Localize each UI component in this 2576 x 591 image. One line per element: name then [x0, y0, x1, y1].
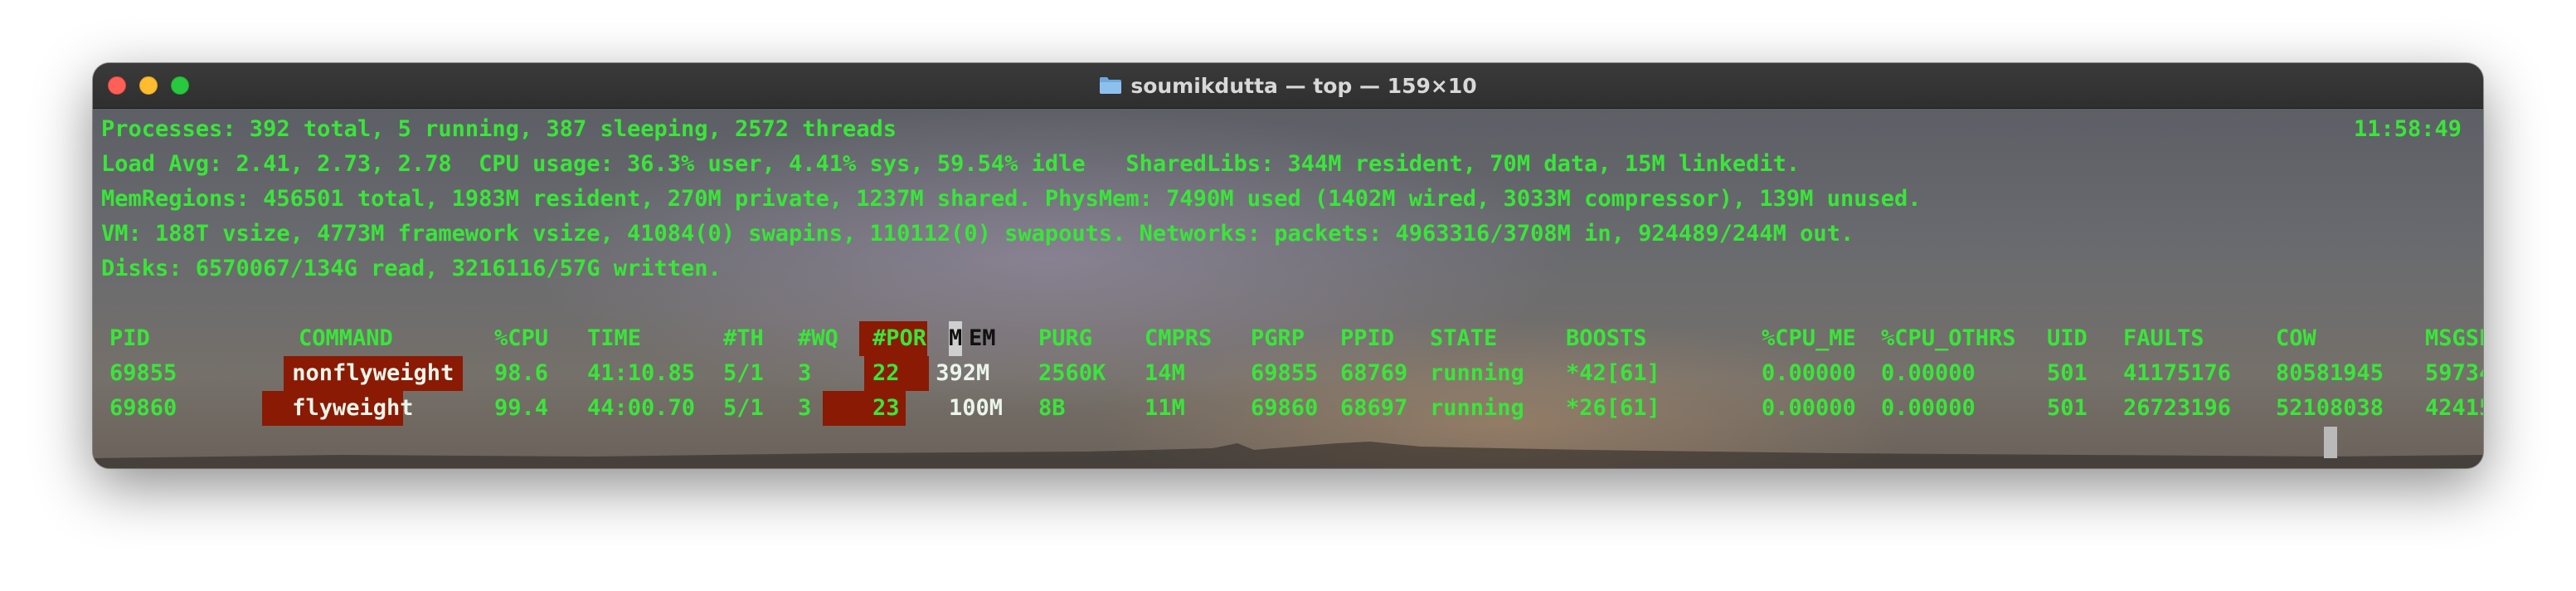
- cell-cpu-othrs: 0.00000: [1881, 360, 1976, 386]
- cell-cpu: 99.4: [494, 395, 549, 421]
- table-header-row: PID COMMAND %CPU TIME #TH #WQ #POR M EM …: [93, 321, 2483, 356]
- table-row[interactable]: 69860 flyweight 99.4 44:00.70 5/1 3 23 1…: [93, 391, 2483, 426]
- cell-th: 5/1: [723, 360, 764, 386]
- load-avg-line: Load Avg: 2.41, 2.73, 2.78 CPU usage: 36…: [101, 151, 1801, 177]
- cell-faults: 41175176: [2123, 360, 2232, 386]
- text-cursor: [2324, 427, 2337, 458]
- cell-cmprs: 14M: [1145, 360, 1185, 386]
- cell-command: flyweight: [279, 395, 414, 421]
- cell-pgrp: 69855: [1251, 360, 1319, 386]
- cell-port: 22: [872, 360, 900, 386]
- cell-pid: 69855: [109, 360, 177, 386]
- cell-pgrp: 69860: [1251, 395, 1319, 421]
- cell-cpu: 98.6: [494, 360, 549, 386]
- header-cpu-othrs[interactable]: %CPU_OTHRS: [1881, 321, 2016, 356]
- cell-time: 41:10.85: [587, 360, 696, 386]
- cell-uid: 501: [2047, 360, 2088, 386]
- header-port[interactable]: #POR: [872, 321, 926, 356]
- cell-pid: 69860: [109, 395, 177, 421]
- cell-wq: 3: [798, 395, 812, 421]
- header-wq[interactable]: #WQ: [798, 321, 838, 356]
- cell-boosts: *42[61]: [1566, 360, 1660, 386]
- cell-purg: 8B: [1038, 395, 1066, 421]
- cell-cow: 80581945: [2276, 360, 2384, 386]
- cell-wq: 3: [798, 360, 812, 386]
- cell-boosts: *26[61]: [1566, 395, 1660, 421]
- header-command[interactable]: COMMAND: [299, 321, 393, 356]
- table-row[interactable]: 69855 nonflyweight 98.6 41:10.85 5/1 3 2…: [93, 356, 2483, 391]
- clock: 11:58:49: [2353, 116, 2462, 142]
- cell-cpu-me: 0.00000: [1762, 360, 1856, 386]
- header-pgrp[interactable]: PGRP: [1251, 321, 1305, 356]
- title-bar[interactable]: soumikdutta — top — 159×10: [93, 63, 2483, 109]
- cell-msgsent: 597340+: [2425, 360, 2483, 386]
- window-title-area: soumikdutta — top — 159×10: [93, 63, 2483, 108]
- cell-ppid: 68769: [1340, 360, 1408, 386]
- terminal-window: soumikdutta — top — 159×10 Processes: 39…: [93, 63, 2483, 468]
- header-uid[interactable]: UID: [2047, 321, 2088, 356]
- cell-purg: 2560K: [1038, 360, 1106, 386]
- cell-state: running: [1430, 395, 1524, 421]
- header-mem[interactable]: EM: [969, 321, 996, 356]
- memregions-line: MemRegions: 456501 total, 1983M resident…: [101, 186, 1922, 212]
- header-ppid[interactable]: PPID: [1340, 321, 1394, 356]
- cell-cmprs: 11M: [1145, 395, 1185, 421]
- cell-mem: 100M: [949, 395, 1004, 421]
- folder-icon: [1099, 76, 1122, 95]
- cell-msgsent: 424152+: [2425, 395, 2483, 421]
- header-mem-selected[interactable]: M: [949, 321, 963, 356]
- cell-time: 44:00.70: [587, 395, 696, 421]
- cell-cow: 52108038: [2276, 395, 2384, 421]
- cell-uid: 501: [2047, 395, 2088, 421]
- processes-line: Processes: 392 total, 5 running, 387 sle…: [101, 116, 897, 142]
- header-cow[interactable]: COW: [2276, 321, 2316, 356]
- cell-cpu-me: 0.00000: [1762, 395, 1856, 421]
- vm-line: VM: 188T vsize, 4773M framework vsize, 4…: [101, 221, 1854, 247]
- cell-cpu-othrs: 0.00000: [1881, 395, 1976, 421]
- header-time[interactable]: TIME: [587, 321, 641, 356]
- cell-state: running: [1430, 360, 1524, 386]
- header-cmprs[interactable]: CMPRS: [1145, 321, 1212, 356]
- header-purg[interactable]: PURG: [1038, 321, 1092, 356]
- cell-command: nonflyweight: [279, 360, 454, 386]
- window-title: soumikdutta — top — 159×10: [1130, 73, 1477, 98]
- cell-th: 5/1: [723, 395, 764, 421]
- header-cpu-me[interactable]: %CPU_ME: [1762, 321, 1856, 356]
- header-faults[interactable]: FAULTS: [2123, 321, 2204, 356]
- header-cpu[interactable]: %CPU: [494, 321, 548, 356]
- header-msgsent[interactable]: MSGSENT: [2425, 321, 2483, 356]
- terminal-content[interactable]: Processes: 392 total, 5 running, 387 sle…: [93, 109, 2483, 468]
- landscape-silhouette: [93, 442, 2483, 468]
- disks-line: Disks: 6570067/134G read, 3216116/57G wr…: [101, 256, 722, 281]
- header-boosts[interactable]: BOOSTS: [1566, 321, 1647, 356]
- cell-mem: 392M: [922, 360, 990, 386]
- cell-port: 23: [872, 395, 900, 421]
- header-pid[interactable]: PID: [109, 321, 150, 356]
- cell-ppid: 68697: [1340, 395, 1408, 421]
- header-th[interactable]: #TH: [723, 321, 764, 356]
- cell-faults: 26723196: [2123, 395, 2232, 421]
- header-state[interactable]: STATE: [1430, 321, 1497, 356]
